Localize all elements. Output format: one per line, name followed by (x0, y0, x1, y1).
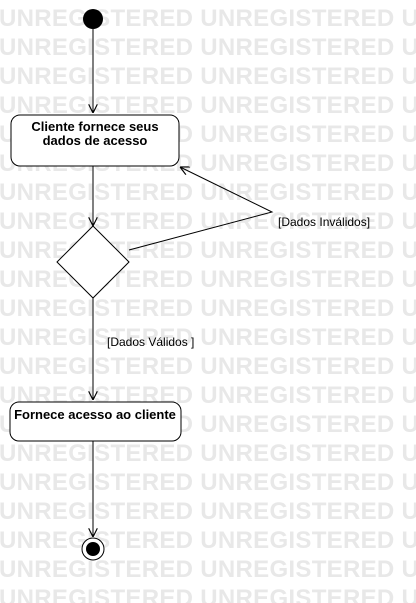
action1-label-line1: Cliente fornece seus (31, 119, 158, 134)
initial-node (83, 9, 103, 29)
guard-dados-invalidos: [Dados Inválidos] (278, 215, 370, 229)
action1-label-line2: dados de acesso (43, 133, 148, 148)
edge-decision-to-action1-invalid (128, 167, 274, 251)
action-cliente-fornece-dados: Cliente fornece seus dados de acesso (10, 114, 180, 167)
action-fornece-acesso: Fornece acesso ao cliente (9, 401, 182, 442)
action2-label: Fornece acesso ao cliente (14, 407, 176, 422)
final-node (81, 537, 105, 561)
decision-node (56, 225, 130, 299)
guard-dados-validos: [Dados Válidos ] (107, 335, 194, 349)
activity-diagram: Cliente fornece seus dados de acesso [Da… (9, 9, 370, 561)
